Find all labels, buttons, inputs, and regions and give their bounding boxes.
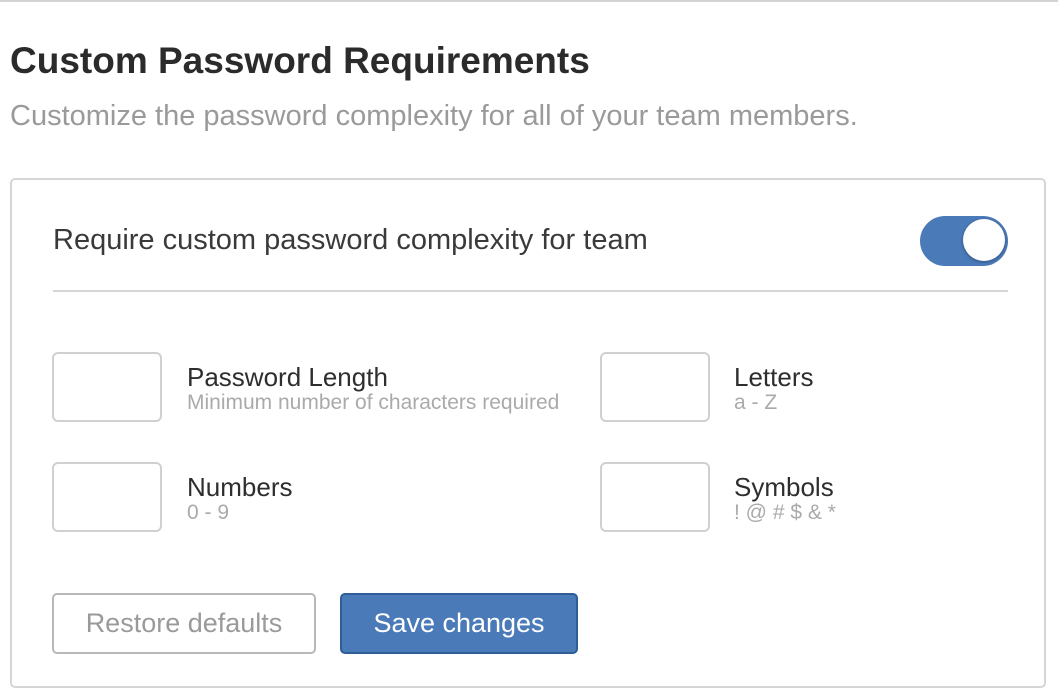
- numbers-title: Numbers: [187, 472, 293, 502]
- card-divider: [53, 290, 1008, 292]
- symbols-title: Symbols: [734, 472, 834, 502]
- letters-title: Letters: [734, 362, 814, 392]
- top-divider: [0, 0, 1058, 2]
- toggle-knob: [963, 219, 1005, 261]
- page-subtitle: Customize the password complexity for al…: [10, 100, 858, 132]
- password-length-description: Minimum number of characters required: [187, 391, 560, 414]
- page-title: Custom Password Requirements: [10, 40, 590, 81]
- custom-complexity-toggle[interactable]: [920, 216, 1008, 266]
- letters-input[interactable]: [600, 352, 710, 422]
- numbers-description: 0 - 9: [187, 501, 230, 524]
- password-length-title: Password Length: [187, 362, 388, 392]
- password-length-input[interactable]: [52, 352, 162, 422]
- custom-complexity-toggle-label: Require custom password complexity for t…: [53, 224, 648, 256]
- symbols-description: ! @ # $ & *: [734, 501, 836, 524]
- restore-defaults-button[interactable]: Restore defaults: [52, 593, 316, 654]
- numbers-input[interactable]: [52, 462, 162, 532]
- letters-description: a - Z: [734, 391, 778, 414]
- save-changes-button[interactable]: Save changes: [340, 593, 578, 654]
- symbols-input[interactable]: [600, 462, 710, 532]
